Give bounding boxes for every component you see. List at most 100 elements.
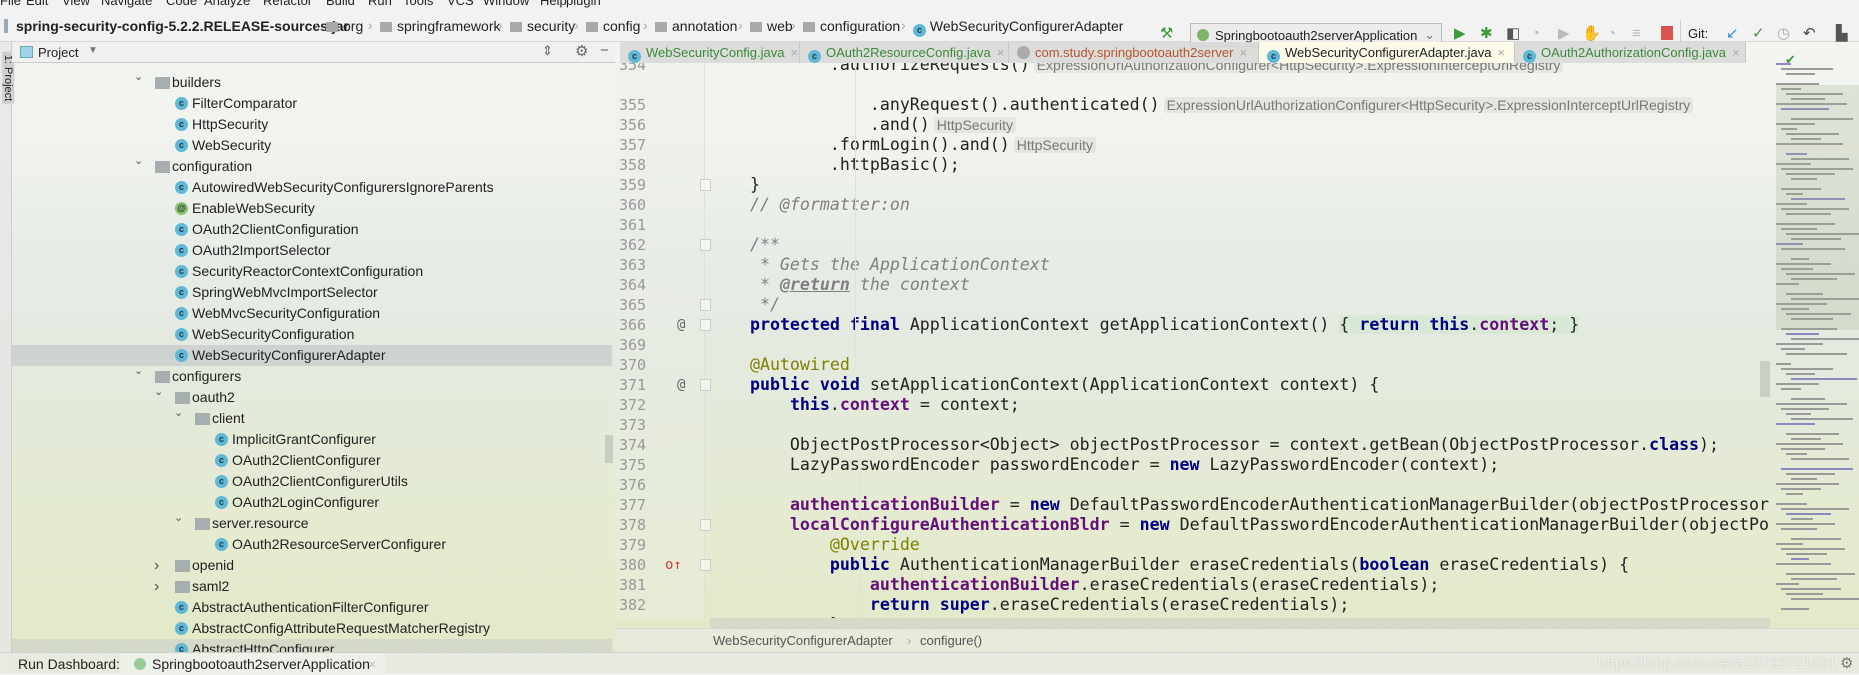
code-editor[interactable]: 354 .authorizeRequests() ExpressionUrlAut… [615,63,1772,618]
minimap-viewport[interactable] [1776,85,1859,330]
menu-file[interactable]: File [0,0,21,8]
breadcrumb-annotation[interactable]: annotation [655,18,737,34]
debug-icon[interactable]: ✱ [1480,25,1493,43]
project-scrollbar[interactable] [605,435,613,463]
tree-item-configuration[interactable]: ⌄ configuration [12,154,612,177]
chevron-down-icon[interactable]: ⌄ [174,511,183,524]
git-history-icon[interactable]: ◷ [1777,25,1790,43]
coverage-icon[interactable]: ◧ [1506,25,1520,43]
menu-vcs[interactable]: VCS [447,0,474,8]
breadcrumb-web[interactable]: web [750,18,793,34]
tree-item-enablewebsecurity[interactable]: @ EnableWebSecurity [12,198,612,219]
tree-item-websecurity[interactable]: c WebSecurity [12,135,612,156]
breadcrumb-config[interactable]: config [586,18,640,34]
structure-icon[interactable]: ▙ [1836,25,1848,43]
editor-scrollbar[interactable] [1760,361,1770,397]
implementing-method-icon[interactable]: @ [677,375,685,395]
git-revert-icon[interactable]: ↶ [1803,25,1816,43]
overriding-method-icon[interactable]: o↑ [665,555,682,575]
tree-item-websecurityconfigureradapter[interactable]: c WebSecurityConfigurerAdapter [12,345,612,366]
tab-oauth2resourceconfig-java[interactable]: c OAuth2ResourceConfig.java × [800,42,1009,63]
chevron-right-icon[interactable]: › [154,578,159,596]
close-icon[interactable]: × [1732,45,1740,60]
chevron-down-icon[interactable]: ⌄ [154,385,163,398]
tab-websecurityconfig-java[interactable]: c WebSecurityConfig.java × [620,42,800,63]
tab-com-study-springbootoauth2server[interactable]: com.study.springbootoauth2server × [1009,42,1259,63]
tree-item-autowiredwebsecurityconfigurersignoreparents[interactable]: c AutowiredWebSecurityConfigurersIgnorePa… [12,177,612,198]
menu-help[interactable]: Help [540,0,567,8]
minimize-icon[interactable]: − [600,42,609,59]
menu-run[interactable]: Run [368,0,392,8]
tree-item-configurers[interactable]: ⌄ configurers [12,364,612,387]
run-icon[interactable]: ▶ [1454,25,1466,43]
tree-item-oauth2loginconfigurer[interactable]: c OAuth2LoginConfigurer [12,492,612,513]
tree-item-server-resource[interactable]: ⌄ server.resource [12,511,612,534]
menu-window[interactable]: Window [483,0,529,8]
tree-item-oauth2clientconfiguration[interactable]: c OAuth2ClientConfiguration [12,219,612,240]
breadcrumb-class[interactable]: c WebSecurityConfigurerAdapter [913,18,1123,37]
tree-item-builders[interactable]: ⌄ builders [12,70,612,93]
close-icon[interactable]: × [1239,45,1247,60]
menu-edit[interactable]: Edit [26,0,48,8]
tree-item-websecurityconfiguration[interactable]: c WebSecurityConfiguration [12,324,612,345]
tree-item-abstractconfigattributerequestmatcherregistry[interactable]: c AbstractConfigAttributeRequestMatcherRe… [12,618,612,639]
profile-disabled-icon[interactable]: ◔ [1607,25,1616,43]
tree-item-oauth2resourceserverconfigurer[interactable]: c OAuth2ResourceServerConfigurer [12,534,612,555]
editor-horizontal-scrollbar[interactable] [710,618,1770,628]
chevron-right-icon[interactable]: › [154,557,159,575]
tree-item-springwebmvcimportselector[interactable]: c SpringWebMvcImportSelector [12,282,612,303]
tree-item-filtercomparator[interactable]: c FilterComparator [12,93,612,114]
close-icon[interactable]: × [1497,45,1505,60]
menu-code[interactable]: Code [166,0,197,8]
git-update-icon[interactable]: ↙ [1726,25,1739,43]
tree-item-oauth2clientconfigurer[interactable]: c OAuth2ClientConfigurer [12,450,612,471]
project-title[interactable]: Project [38,45,78,60]
breadcrumb-org[interactable]: org [326,18,363,34]
tree-item-httpsecurity[interactable]: c HttpSecurity [12,114,612,135]
tree-item-abstractauthenticationfilterconfigurer[interactable]: c AbstractAuthenticationFilterConfigurer [12,597,612,618]
menu-build[interactable]: Build [326,0,355,8]
menu-tools[interactable]: Tools [403,0,433,8]
menu-navigate[interactable]: Navigate [101,0,152,8]
breadcrumb-springframework[interactable]: springframework [380,18,500,34]
attach-icon[interactable]: ✋ [1582,25,1601,43]
tree-item-openid[interactable]: › openid [12,555,612,576]
tree-item-implicitgrantconfigurer[interactable]: c ImplicitGrantConfigurer [12,429,612,450]
close-icon[interactable]: × [368,656,376,672]
menu-view[interactable]: View [62,0,90,8]
editor-breadcrumb-method[interactable]: configure() [920,633,982,648]
close-icon[interactable]: × [791,45,799,60]
run-dashboard-tab[interactable]: Springbootoauth2serverApplication × [120,653,385,675]
stop-icon[interactable] [1661,26,1673,40]
tree-item-oauth2clientconfigurerutils[interactable]: c OAuth2ClientConfigurerUtils [12,471,612,492]
menu-refactor[interactable]: Refactor [263,0,312,8]
run-disabled-icon[interactable]: ▶ [1558,25,1570,43]
chevron-down-icon[interactable]: ⌄ [134,154,143,167]
close-icon[interactable]: × [997,45,1005,60]
tab-oauth2authorizationconfig-java[interactable]: c OAuth2AuthorizationConfig.java × [1515,42,1746,63]
breadcrumb-security[interactable]: security [510,18,575,34]
profile-icon[interactable]: ◔ [1531,25,1540,43]
tree-item-saml2[interactable]: › saml2 [12,576,612,597]
implementing-method-icon[interactable]: @ [677,315,685,335]
editor-breadcrumb-class[interactable]: WebSecurityConfigurerAdapter [713,633,893,648]
chevron-down-icon[interactable]: ▼ [88,45,98,56]
gear-icon[interactable]: ⚙ [575,42,588,60]
breadcrumb-jar[interactable]: spring-security-config-5.2.2.RELEASE-sou… [16,18,349,34]
tree-item-oauth2[interactable]: ⌄ oauth2 [12,385,612,408]
gear-icon[interactable]: ⚙ [1840,654,1853,672]
tab-websecurityconfigureradapter-java[interactable]: c WebSecurityConfigurerAdapter.java × [1259,42,1515,63]
step-icon[interactable]: ≡ [1632,25,1641,43]
chevron-down-icon[interactable]: ⌄ [174,406,183,419]
chevron-down-icon[interactable]: ⌄ [134,70,143,83]
menu-plugin[interactable]: plugin [566,0,601,8]
tree-item-client[interactable]: ⌄ client [12,406,612,429]
tree-item-webmvcsecurityconfiguration[interactable]: c WebMvcSecurityConfiguration [12,303,612,324]
tree-item-securityreactorcontextconfiguration[interactable]: c SecurityReactorContextConfiguration [12,261,612,282]
tree-item-oauth2importselector[interactable]: c OAuth2ImportSelector [12,240,612,261]
code-minimap[interactable] [1776,63,1859,618]
collapse-all-icon[interactable]: ⇕ [542,43,553,59]
chevron-down-icon[interactable]: ⌄ [134,364,143,377]
breadcrumb-configuration[interactable]: configuration [803,18,900,34]
git-commit-icon[interactable]: ✓ [1752,25,1765,43]
